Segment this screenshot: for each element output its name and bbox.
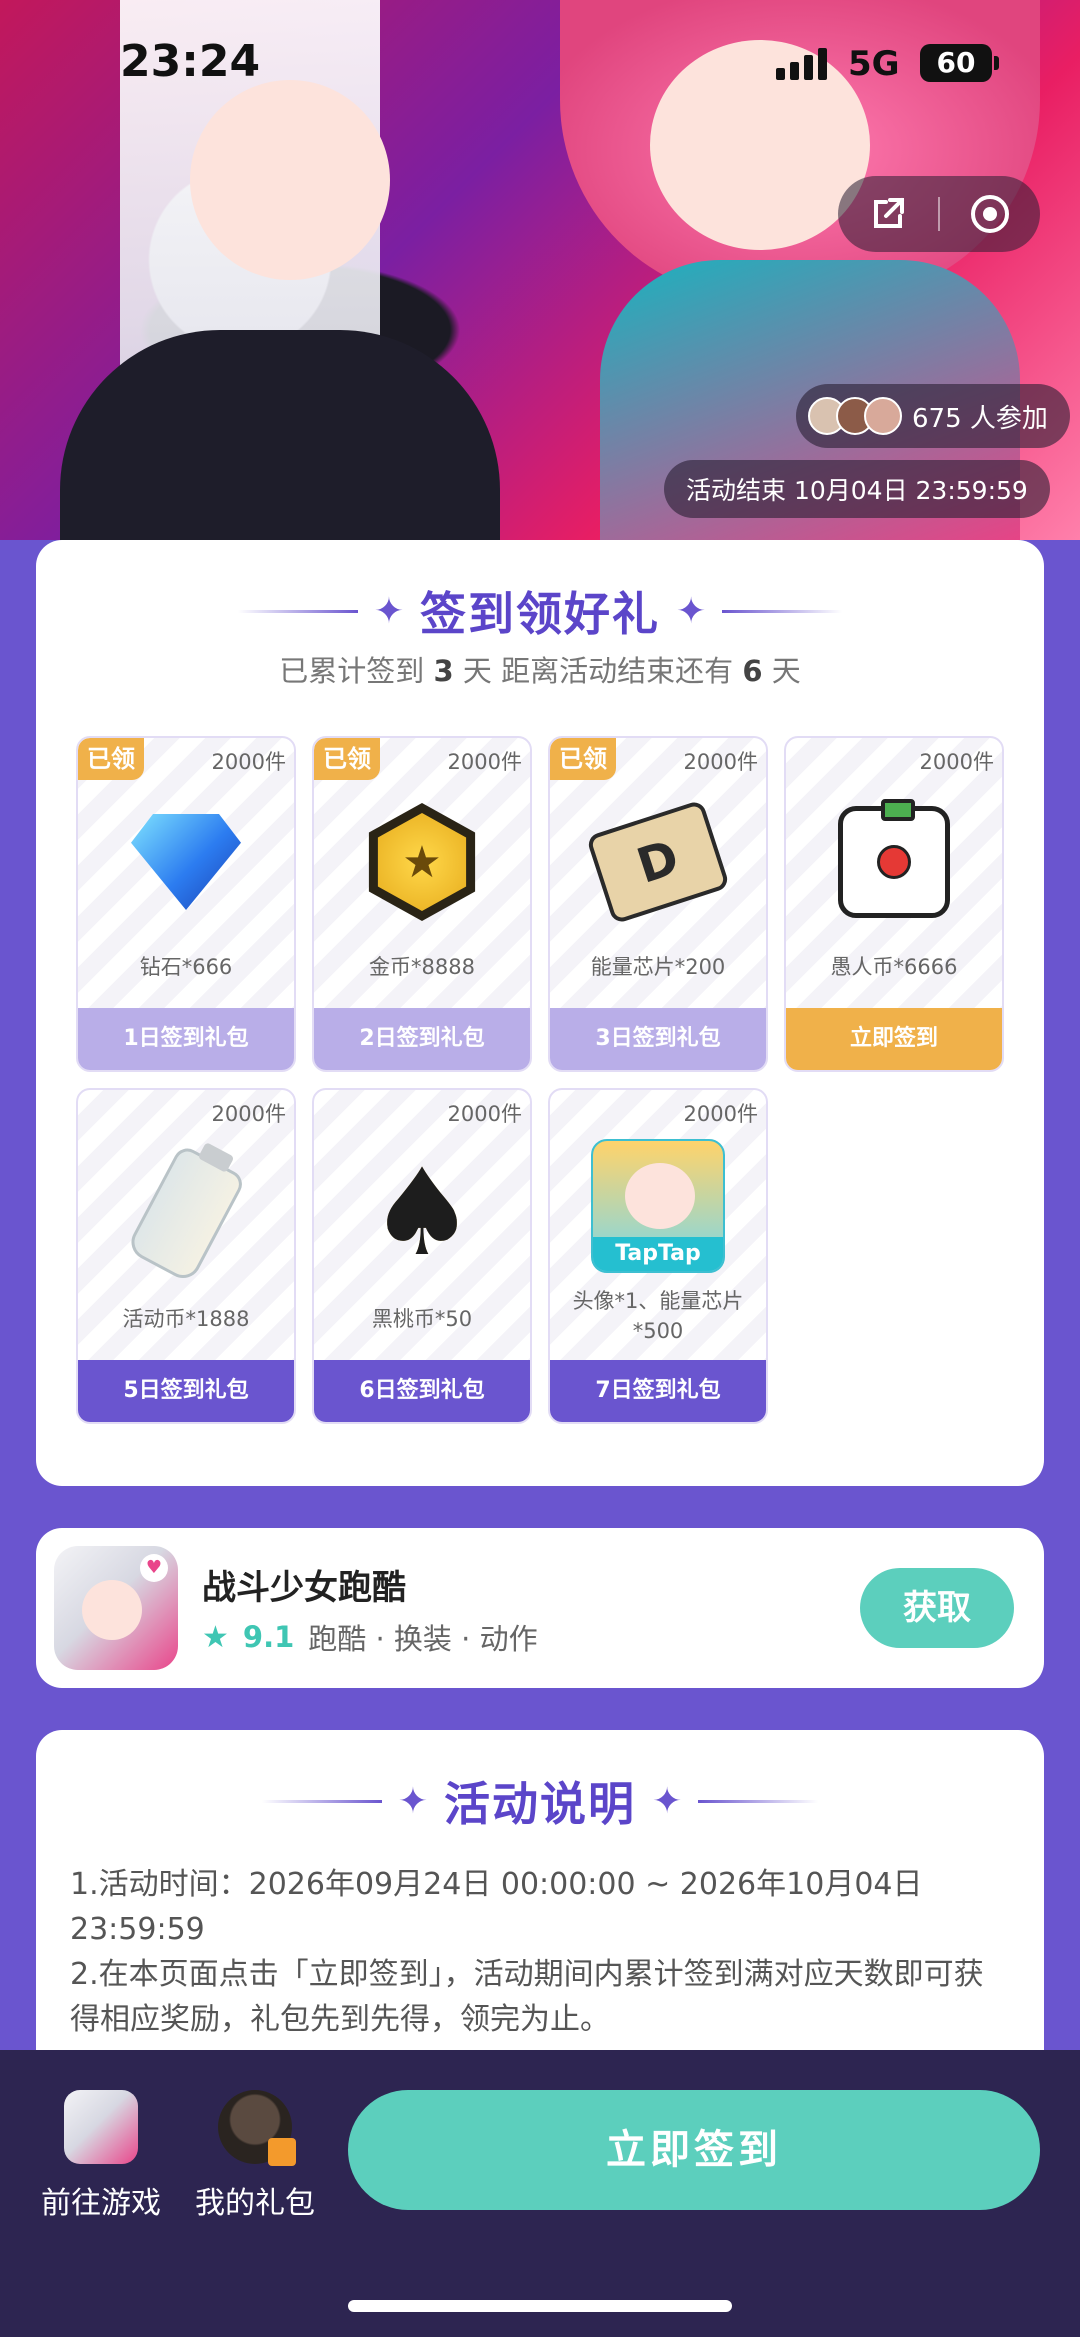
hero-banner: 23:24 5G 60 675 人参加 活动结束 10月04日 23:59:59 (0, 0, 1080, 540)
energy-chip-icon: D (585, 792, 731, 932)
rules-title: 活动说明 (444, 1777, 636, 1831)
gift-name: 黑桃币*50 (371, 1307, 473, 1331)
hero-art-outfit-left (60, 330, 500, 540)
gold-coin-icon: ★ (352, 792, 492, 932)
go-to-game-label: 前往游戏 (41, 2186, 161, 2221)
status-bar: 23:24 5G 60 (0, 30, 1080, 100)
gift-day-4: 2000件 愚人币*6666 立即签到 (784, 736, 1004, 1072)
gift-stock: 2000件 (683, 1102, 758, 1126)
bottom-signin-button[interactable]: 立即签到 (348, 2090, 1040, 2210)
rules-title-row: ✦ 活动说明 ✦ (36, 1768, 1044, 1834)
mini-program-capsule (838, 176, 1040, 252)
gift-name: 头像*1、能量芯片*500 (572, 1289, 744, 1343)
claimed-badge: 已领 (550, 738, 616, 780)
game-icon (64, 2090, 138, 2164)
app-icon[interactable]: ♥ (54, 1546, 178, 1670)
gift-stock: 2000件 (683, 750, 758, 774)
gift-day-5: 2000件 活动币*1888 5日签到礼包 (76, 1088, 296, 1424)
participants-badge: 675 人参加 (796, 384, 1070, 448)
gift-name: 金币*8888 (369, 955, 475, 979)
gift-name: 能量芯片*200 (590, 955, 726, 979)
gift-button-day-6[interactable]: 6日签到礼包 (314, 1360, 530, 1422)
go-to-game-button[interactable]: 前往游戏 (16, 2090, 186, 2222)
signal-icon (776, 48, 827, 80)
claimed-badge: 已领 (78, 738, 144, 780)
gift-stock: 2000件 (211, 1102, 286, 1126)
signin-now-button[interactable]: 立即签到 (786, 1008, 1002, 1070)
gift-box-icon (218, 2090, 296, 2166)
diamond-icon (116, 792, 256, 932)
battery-tip (994, 56, 999, 70)
gift-button-day-2[interactable]: 2日签到礼包 (314, 1008, 530, 1070)
taptap-avatar-icon: TapTap (588, 1136, 728, 1276)
app-card: ♥ 战斗少女跑酷 ★ 9.1 跑酷 · 换装 · 动作 获取 (36, 1528, 1044, 1688)
gift-stock: 2000件 (211, 750, 286, 774)
gift-button-day-7[interactable]: 7日签到礼包 (550, 1360, 766, 1422)
gift-stock: 2000件 (919, 750, 994, 774)
app-meta: ★ 9.1 跑酷 · 换装 · 动作 (202, 1616, 538, 1658)
claimed-badge: 已领 (314, 738, 380, 780)
rules-line-1: 1.活动时间：2026年09月24日 00:00:00 ~ 2026年10月04… (70, 1867, 923, 1947)
sparkle-icon: ✦ (373, 590, 404, 632)
participants-count: 675 人参加 (912, 403, 1048, 434)
get-app-button[interactable]: 获取 (860, 1568, 1014, 1648)
milk-bottle-icon (116, 1143, 256, 1285)
sparkle-icon: ✦ (676, 590, 707, 632)
home-indicator (348, 2300, 732, 2312)
close-target-icon[interactable] (940, 176, 1040, 252)
my-gifts-label: 我的礼包 (195, 2186, 315, 2221)
gift-name: 活动币*1888 (122, 1307, 250, 1331)
spade-coin-icon: ♠ (368, 1144, 476, 1283)
signin-card: ✦ 签到领好礼 ✦ 已累计签到 3 天 距离活动结束还有 6 天 已领 2000… (36, 540, 1044, 1486)
gift-day-6: 2000件 ♠ 黑桃币*50 6日签到礼包 (312, 1088, 532, 1424)
bottom-action-bar: 前往游戏 我的礼包 立即签到 (0, 2050, 1080, 2337)
gift-name: 愚人币*6666 (830, 955, 958, 979)
gift-day-1: 已领 2000件 钻石*666 1日签到礼包 (76, 736, 296, 1072)
gift-day-3: 已领 2000件 D 能量芯片*200 3日签到礼包 (548, 736, 768, 1072)
network-type: 5G (848, 44, 900, 84)
hero-art-face-left (190, 80, 390, 280)
battery-icon: 60 (920, 44, 992, 82)
my-gifts-button[interactable]: 我的礼包 (170, 2090, 340, 2222)
gift-day-2: 已领 2000件 ★ 金币*8888 2日签到礼包 (312, 736, 532, 1072)
participant-avatars (808, 397, 902, 435)
status-time: 23:24 (120, 36, 261, 87)
app-score: 9.1 (242, 1620, 295, 1654)
gift-button-day-1[interactable]: 1日签到礼包 (78, 1008, 294, 1070)
gift-name: 钻石*666 (139, 955, 233, 979)
signin-title: 签到领好礼 (420, 587, 660, 641)
gift-button-day-3[interactable]: 3日签到礼包 (550, 1008, 766, 1070)
rules-line-2: 2.在本页面点击「立即签到」，活动期间内累计签到满对应天数即可获得相应奖励，礼包… (70, 1957, 984, 2037)
gift-button-day-5[interactable]: 5日签到礼包 (78, 1360, 294, 1422)
star-icon: ★ (202, 1619, 229, 1655)
sparkle-icon: ✦ (652, 1780, 683, 1822)
fool-coin-icon (824, 792, 964, 932)
activity-end-time: 活动结束 10月04日 23:59:59 (664, 460, 1050, 518)
app-name: 战斗少女跑酷 (202, 1568, 406, 1608)
signin-progress: 已累计签到 3 天 距离活动结束还有 6 天 (279, 654, 801, 688)
sparkle-icon: ✦ (397, 1780, 428, 1822)
app-tags: 跑酷 · 换装 · 动作 (308, 1622, 538, 1656)
signin-title-row: ✦ 签到领好礼 ✦ (36, 578, 1044, 644)
share-icon[interactable] (838, 176, 938, 252)
rules-text: 1.活动时间：2026年09月24日 00:00:00 ~ 2026年10月04… (70, 1862, 1010, 2042)
gift-stock: 2000件 (447, 1102, 522, 1126)
gift-day-7: 2000件 TapTap 头像*1、能量芯片*500 7日签到礼包 (548, 1088, 768, 1424)
heart-icon: ♥ (140, 1554, 168, 1582)
gift-stock: 2000件 (447, 750, 522, 774)
